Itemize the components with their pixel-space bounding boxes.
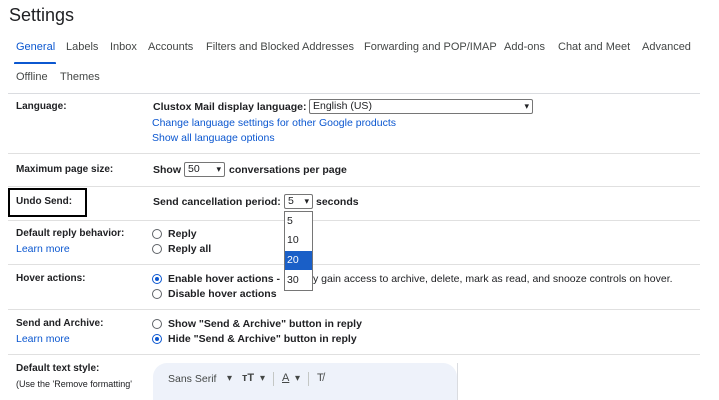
tab-addons[interactable]: Add-ons — [504, 41, 545, 53]
text-color-icon[interactable]: A — [282, 372, 289, 384]
tab-filters[interactable]: Filters and Blocked Addresses — [206, 41, 354, 53]
disable-hover-label: Disable hover actions — [168, 288, 277, 300]
text-size-icon[interactable]: ᴛT — [242, 372, 254, 384]
period-option-20[interactable]: 20 — [285, 251, 312, 270]
page-size-suffix: conversations per page — [229, 164, 347, 176]
show-all-languages-link[interactable]: Show all language options — [152, 132, 275, 144]
tabs-divider — [8, 93, 700, 94]
chevron-down-icon: ▾ — [524, 101, 529, 111]
show-send-archive-radio[interactable] — [152, 319, 162, 329]
reply-all-option-label: Reply all — [168, 243, 212, 255]
page-size-value: 50 — [188, 163, 200, 175]
reply-behavior-label: Default reply behavior: — [16, 228, 125, 239]
cancellation-period-label: Send cancellation period: — [153, 196, 281, 208]
page-size-prefix: Show — [153, 164, 181, 176]
send-archive-learn-more-link[interactable]: Learn more — [16, 333, 70, 345]
reply-learn-more-link[interactable]: Learn more — [16, 243, 70, 255]
page-title: Settings — [9, 5, 75, 25]
tab-advanced[interactable]: Advanced — [642, 41, 691, 53]
hide-send-archive-label: Hide "Send & Archive" button in reply — [168, 333, 357, 345]
row-divider — [8, 264, 700, 265]
display-language-label: Clustox Mail display language: — [153, 101, 307, 113]
hover-actions-label: Hover actions: — [16, 273, 86, 284]
remove-formatting-icon[interactable]: T̸ — [317, 372, 324, 384]
chevron-down-icon: ▾ — [304, 196, 309, 206]
tab-accounts[interactable]: Accounts — [148, 41, 193, 53]
chevron-down-icon[interactable]: ▾ — [260, 373, 265, 384]
enable-hover-description: y gain access to archive, delete, mark a… — [313, 273, 673, 285]
undo-send-label: Undo Send: — [16, 196, 73, 207]
page-size-select[interactable]: 50 ▾ — [184, 162, 225, 177]
change-language-link[interactable]: Change language settings for other Googl… — [152, 117, 396, 129]
cancellation-period-select[interactable]: 5 ▾ — [284, 194, 313, 209]
cancellation-period-suffix: seconds — [316, 196, 359, 208]
reply-radio[interactable] — [152, 229, 162, 239]
active-tab-indicator — [14, 62, 56, 64]
font-family-select[interactable]: Sans Serif — [168, 373, 216, 385]
tab-offline[interactable]: Offline — [16, 71, 48, 83]
display-language-select[interactable]: English (US) ▾ — [309, 99, 533, 114]
tab-chat-meet[interactable]: Chat and Meet — [558, 41, 630, 53]
cancellation-period-dropdown: 5 10 20 30 — [284, 211, 313, 291]
tab-general[interactable]: General — [16, 41, 55, 53]
tab-themes[interactable]: Themes — [60, 71, 100, 83]
enable-hover-label: Enable hover actions - — [168, 273, 281, 285]
show-send-archive-label: Show "Send & Archive" button in reply — [168, 318, 362, 330]
row-divider — [8, 220, 700, 221]
disable-hover-radio[interactable] — [152, 289, 162, 299]
settings-tabs: General Labels Inbox Accounts Filters an… — [0, 38, 719, 96]
tab-forwarding[interactable]: Forwarding and POP/IMAP — [364, 41, 497, 53]
period-option-5[interactable]: 5 — [285, 212, 312, 231]
tab-inbox[interactable]: Inbox — [110, 41, 137, 53]
enable-hover-radio[interactable] — [152, 274, 162, 284]
language-label: Language: — [16, 101, 67, 112]
reply-all-radio[interactable] — [152, 244, 162, 254]
text-style-sublabel: (Use the 'Remove formatting' — [16, 379, 132, 389]
cancellation-period-value: 5 — [288, 195, 294, 207]
period-option-30[interactable]: 30 — [285, 271, 312, 290]
row-divider — [8, 354, 700, 355]
period-option-10[interactable]: 10 — [285, 231, 312, 250]
toolbar-separator — [308, 372, 309, 386]
toolbar-separator — [273, 372, 274, 386]
chevron-down-icon[interactable]: ▾ — [227, 373, 232, 384]
chevron-down-icon[interactable]: ▾ — [295, 373, 300, 384]
reply-option-label: Reply — [168, 228, 197, 240]
text-style-toolbar: Sans Serif ▾ ᴛT ▾ A ▾ T̸ — [153, 363, 457, 400]
text-style-label: Default text style: — [16, 363, 100, 374]
row-divider — [8, 309, 700, 310]
row-divider — [8, 186, 700, 187]
editor-right-border — [457, 363, 458, 400]
row-divider — [8, 153, 700, 154]
tab-labels[interactable]: Labels — [66, 41, 98, 53]
send-archive-label: Send and Archive: — [16, 318, 104, 329]
hide-send-archive-radio[interactable] — [152, 334, 162, 344]
page-size-label: Maximum page size: — [16, 164, 114, 175]
display-language-value: English (US) — [313, 100, 372, 112]
chevron-down-icon: ▾ — [216, 164, 221, 174]
